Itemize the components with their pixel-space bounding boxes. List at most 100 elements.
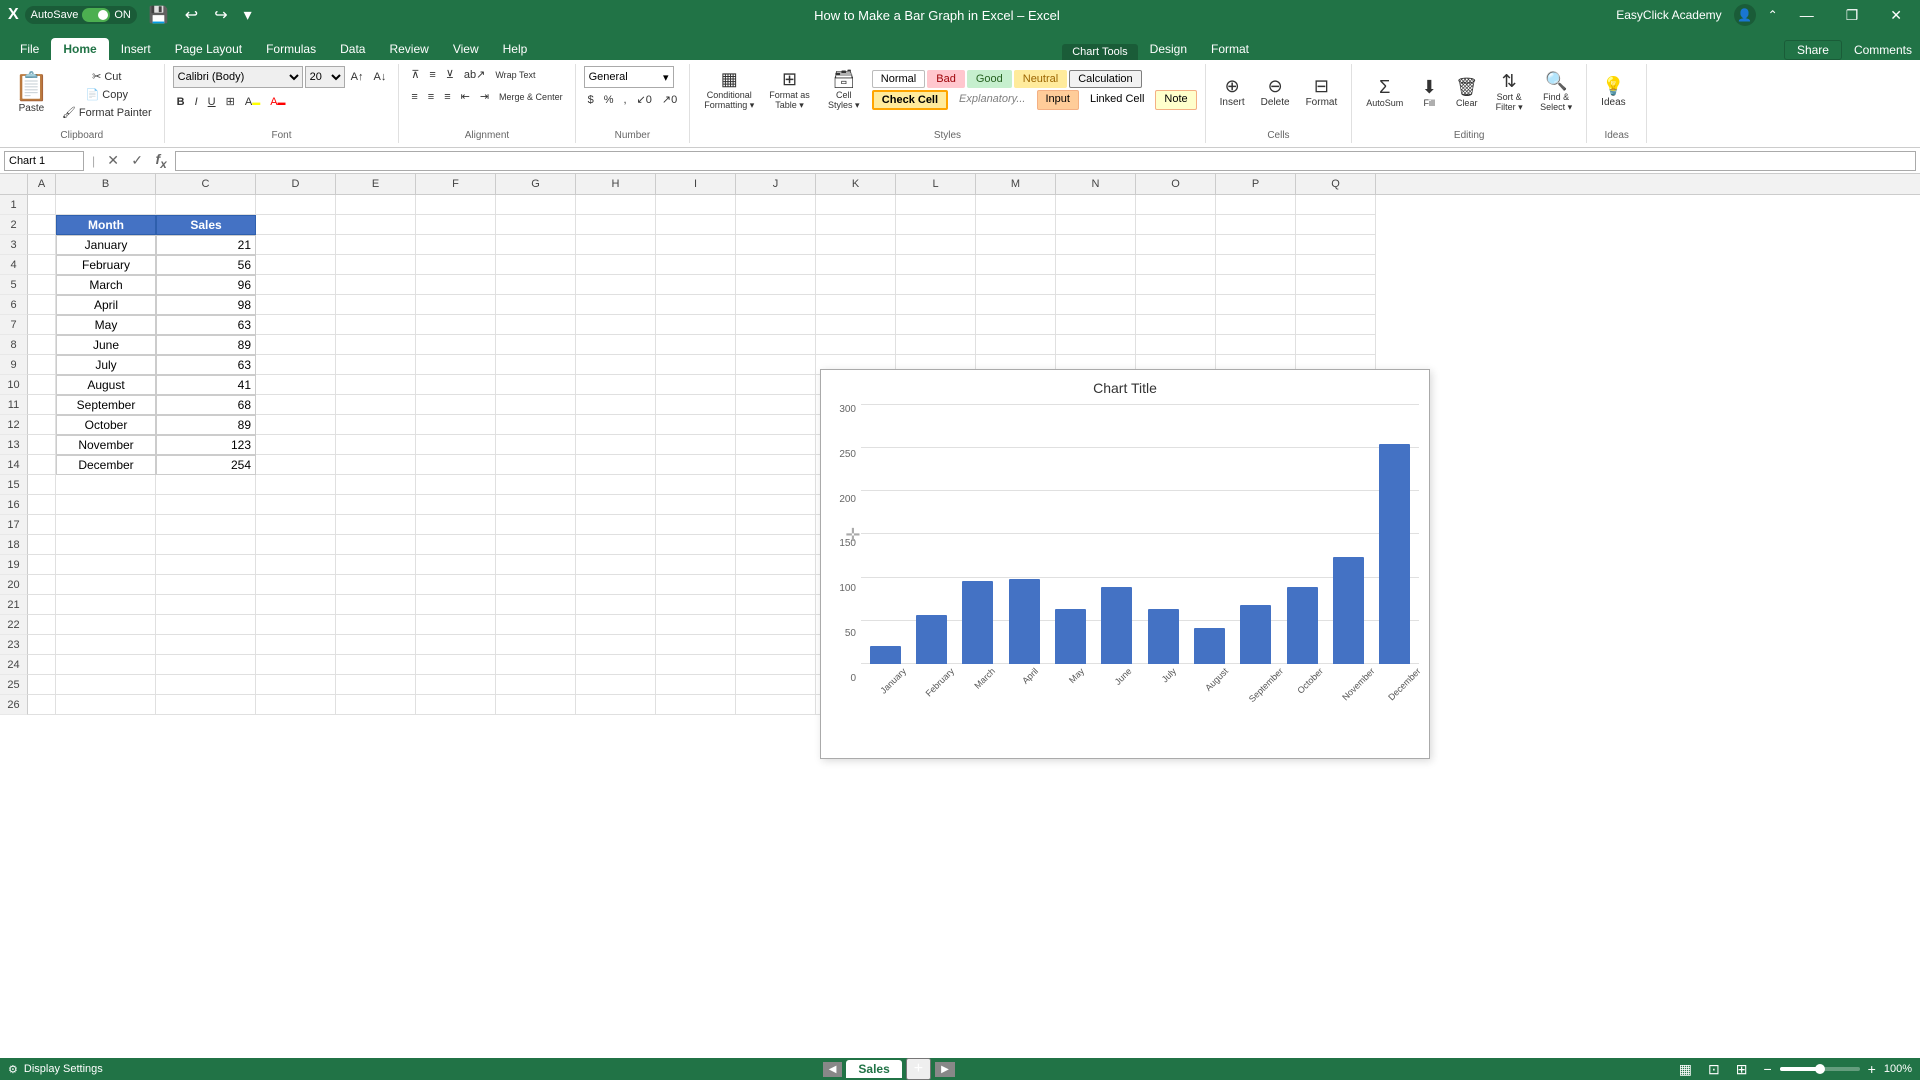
tab-file[interactable]: File: [8, 38, 51, 60]
cell-empty[interactable]: [416, 475, 496, 495]
cell-empty[interactable]: [496, 435, 576, 455]
cell-empty[interactable]: [576, 615, 656, 635]
row-number[interactable]: 21: [0, 595, 28, 615]
cell-empty[interactable]: [896, 215, 976, 235]
comments-button[interactable]: Comments: [1854, 43, 1912, 57]
col-header-O[interactable]: O: [1136, 174, 1216, 194]
autosave-toggle[interactable]: AutoSave ON: [25, 6, 137, 24]
row-number[interactable]: 14: [0, 455, 28, 475]
col-header-L[interactable]: L: [896, 174, 976, 194]
zoom-in-button[interactable]: +: [1864, 1060, 1880, 1078]
cell-empty[interactable]: [736, 355, 816, 375]
cell-empty[interactable]: [656, 195, 736, 215]
cell-empty[interactable]: [28, 215, 56, 235]
sheet-tab-sales[interactable]: Sales: [846, 1060, 901, 1078]
cell-empty[interactable]: [56, 635, 156, 655]
cell-empty[interactable]: [256, 595, 336, 615]
cell-empty[interactable]: [736, 275, 816, 295]
cell-month[interactable]: June: [56, 335, 156, 355]
row-number[interactable]: 16: [0, 495, 28, 515]
cell-empty[interactable]: [56, 615, 156, 635]
cell-empty[interactable]: [416, 255, 496, 275]
bar[interactable]: [1055, 609, 1086, 664]
cell-empty[interactable]: [576, 415, 656, 435]
cell-empty[interactable]: [736, 535, 816, 555]
cell-month[interactable]: July: [56, 355, 156, 375]
col-header-C[interactable]: C: [156, 174, 256, 194]
cell-empty[interactable]: [976, 215, 1056, 235]
bar-wrapper[interactable]: [1048, 404, 1092, 664]
cell-empty[interactable]: [656, 515, 736, 535]
cell-empty[interactable]: [1296, 235, 1376, 255]
cell-empty[interactable]: [736, 475, 816, 495]
cell-empty[interactable]: [256, 195, 336, 215]
bar-wrapper[interactable]: [1141, 404, 1185, 664]
cell-empty[interactable]: [156, 475, 256, 495]
decrease-decimal-button[interactable]: ↙0: [633, 91, 656, 108]
cell-empty[interactable]: [416, 575, 496, 595]
cell-empty[interactable]: [1136, 295, 1216, 315]
cell-empty[interactable]: [416, 275, 496, 295]
cell-empty[interactable]: [656, 555, 736, 575]
cell-empty[interactable]: [576, 655, 656, 675]
style-good[interactable]: Good: [967, 70, 1012, 88]
cell-empty[interactable]: [156, 655, 256, 675]
cell-sales[interactable]: 68: [156, 395, 256, 415]
cell-empty[interactable]: [156, 595, 256, 615]
cell-empty[interactable]: [156, 195, 256, 215]
cell-empty[interactable]: [496, 695, 576, 715]
cell-empty[interactable]: [656, 415, 736, 435]
paste-button[interactable]: 📋 Paste: [8, 66, 55, 118]
cell-sales[interactable]: 21: [156, 235, 256, 255]
cell-empty[interactable]: [656, 495, 736, 515]
cell-empty[interactable]: [656, 635, 736, 655]
cell-empty[interactable]: [256, 655, 336, 675]
style-note[interactable]: Note: [1155, 90, 1196, 110]
cell-empty[interactable]: [28, 315, 56, 335]
cell-empty[interactable]: [576, 355, 656, 375]
cell-empty[interactable]: [736, 235, 816, 255]
cell-empty[interactable]: [336, 335, 416, 355]
increase-decimal-button[interactable]: ↗0: [658, 91, 681, 108]
cell-empty[interactable]: [336, 615, 416, 635]
cell-empty[interactable]: [496, 275, 576, 295]
row-number[interactable]: 25: [0, 675, 28, 695]
cell-empty[interactable]: [976, 235, 1056, 255]
cell-empty[interactable]: [496, 635, 576, 655]
cell-empty[interactable]: [156, 615, 256, 635]
cell-empty[interactable]: [28, 355, 56, 375]
cell-empty[interactable]: [416, 675, 496, 695]
page-break-view-button[interactable]: ⊞: [1732, 1060, 1752, 1079]
row-number[interactable]: 3: [0, 235, 28, 255]
cell-empty[interactable]: [28, 655, 56, 675]
cell-empty[interactable]: [28, 275, 56, 295]
cell-empty[interactable]: [496, 395, 576, 415]
scroll-right-button[interactable]: ▶: [935, 1062, 955, 1077]
name-box[interactable]: [4, 151, 84, 171]
cell-empty[interactable]: [256, 455, 336, 475]
cell-empty[interactable]: [336, 195, 416, 215]
sort-filter-button[interactable]: ⇅ Sort &Filter ▾: [1487, 66, 1531, 118]
cell-empty[interactable]: [28, 335, 56, 355]
row-number[interactable]: 4: [0, 255, 28, 275]
cell-empty[interactable]: [416, 395, 496, 415]
cell-empty[interactable]: [56, 495, 156, 515]
bar-wrapper[interactable]: [1234, 404, 1278, 664]
bar[interactable]: [1148, 609, 1179, 664]
row-number[interactable]: 19: [0, 555, 28, 575]
cell-empty[interactable]: [256, 355, 336, 375]
cell-empty[interactable]: [736, 455, 816, 475]
cell-empty[interactable]: [256, 615, 336, 635]
cell-empty[interactable]: [656, 375, 736, 395]
bar[interactable]: [1194, 628, 1225, 664]
cell-empty[interactable]: [656, 575, 736, 595]
cell-empty[interactable]: [56, 555, 156, 575]
currency-button[interactable]: $: [584, 92, 598, 108]
decrease-indent-button[interactable]: ⇤: [457, 88, 474, 105]
cell-empty[interactable]: [496, 515, 576, 535]
cell-empty[interactable]: [156, 575, 256, 595]
cell-empty[interactable]: [1216, 255, 1296, 275]
cell-empty[interactable]: [336, 595, 416, 615]
align-middle-button[interactable]: ≡: [425, 67, 439, 83]
row-number[interactable]: 7: [0, 315, 28, 335]
